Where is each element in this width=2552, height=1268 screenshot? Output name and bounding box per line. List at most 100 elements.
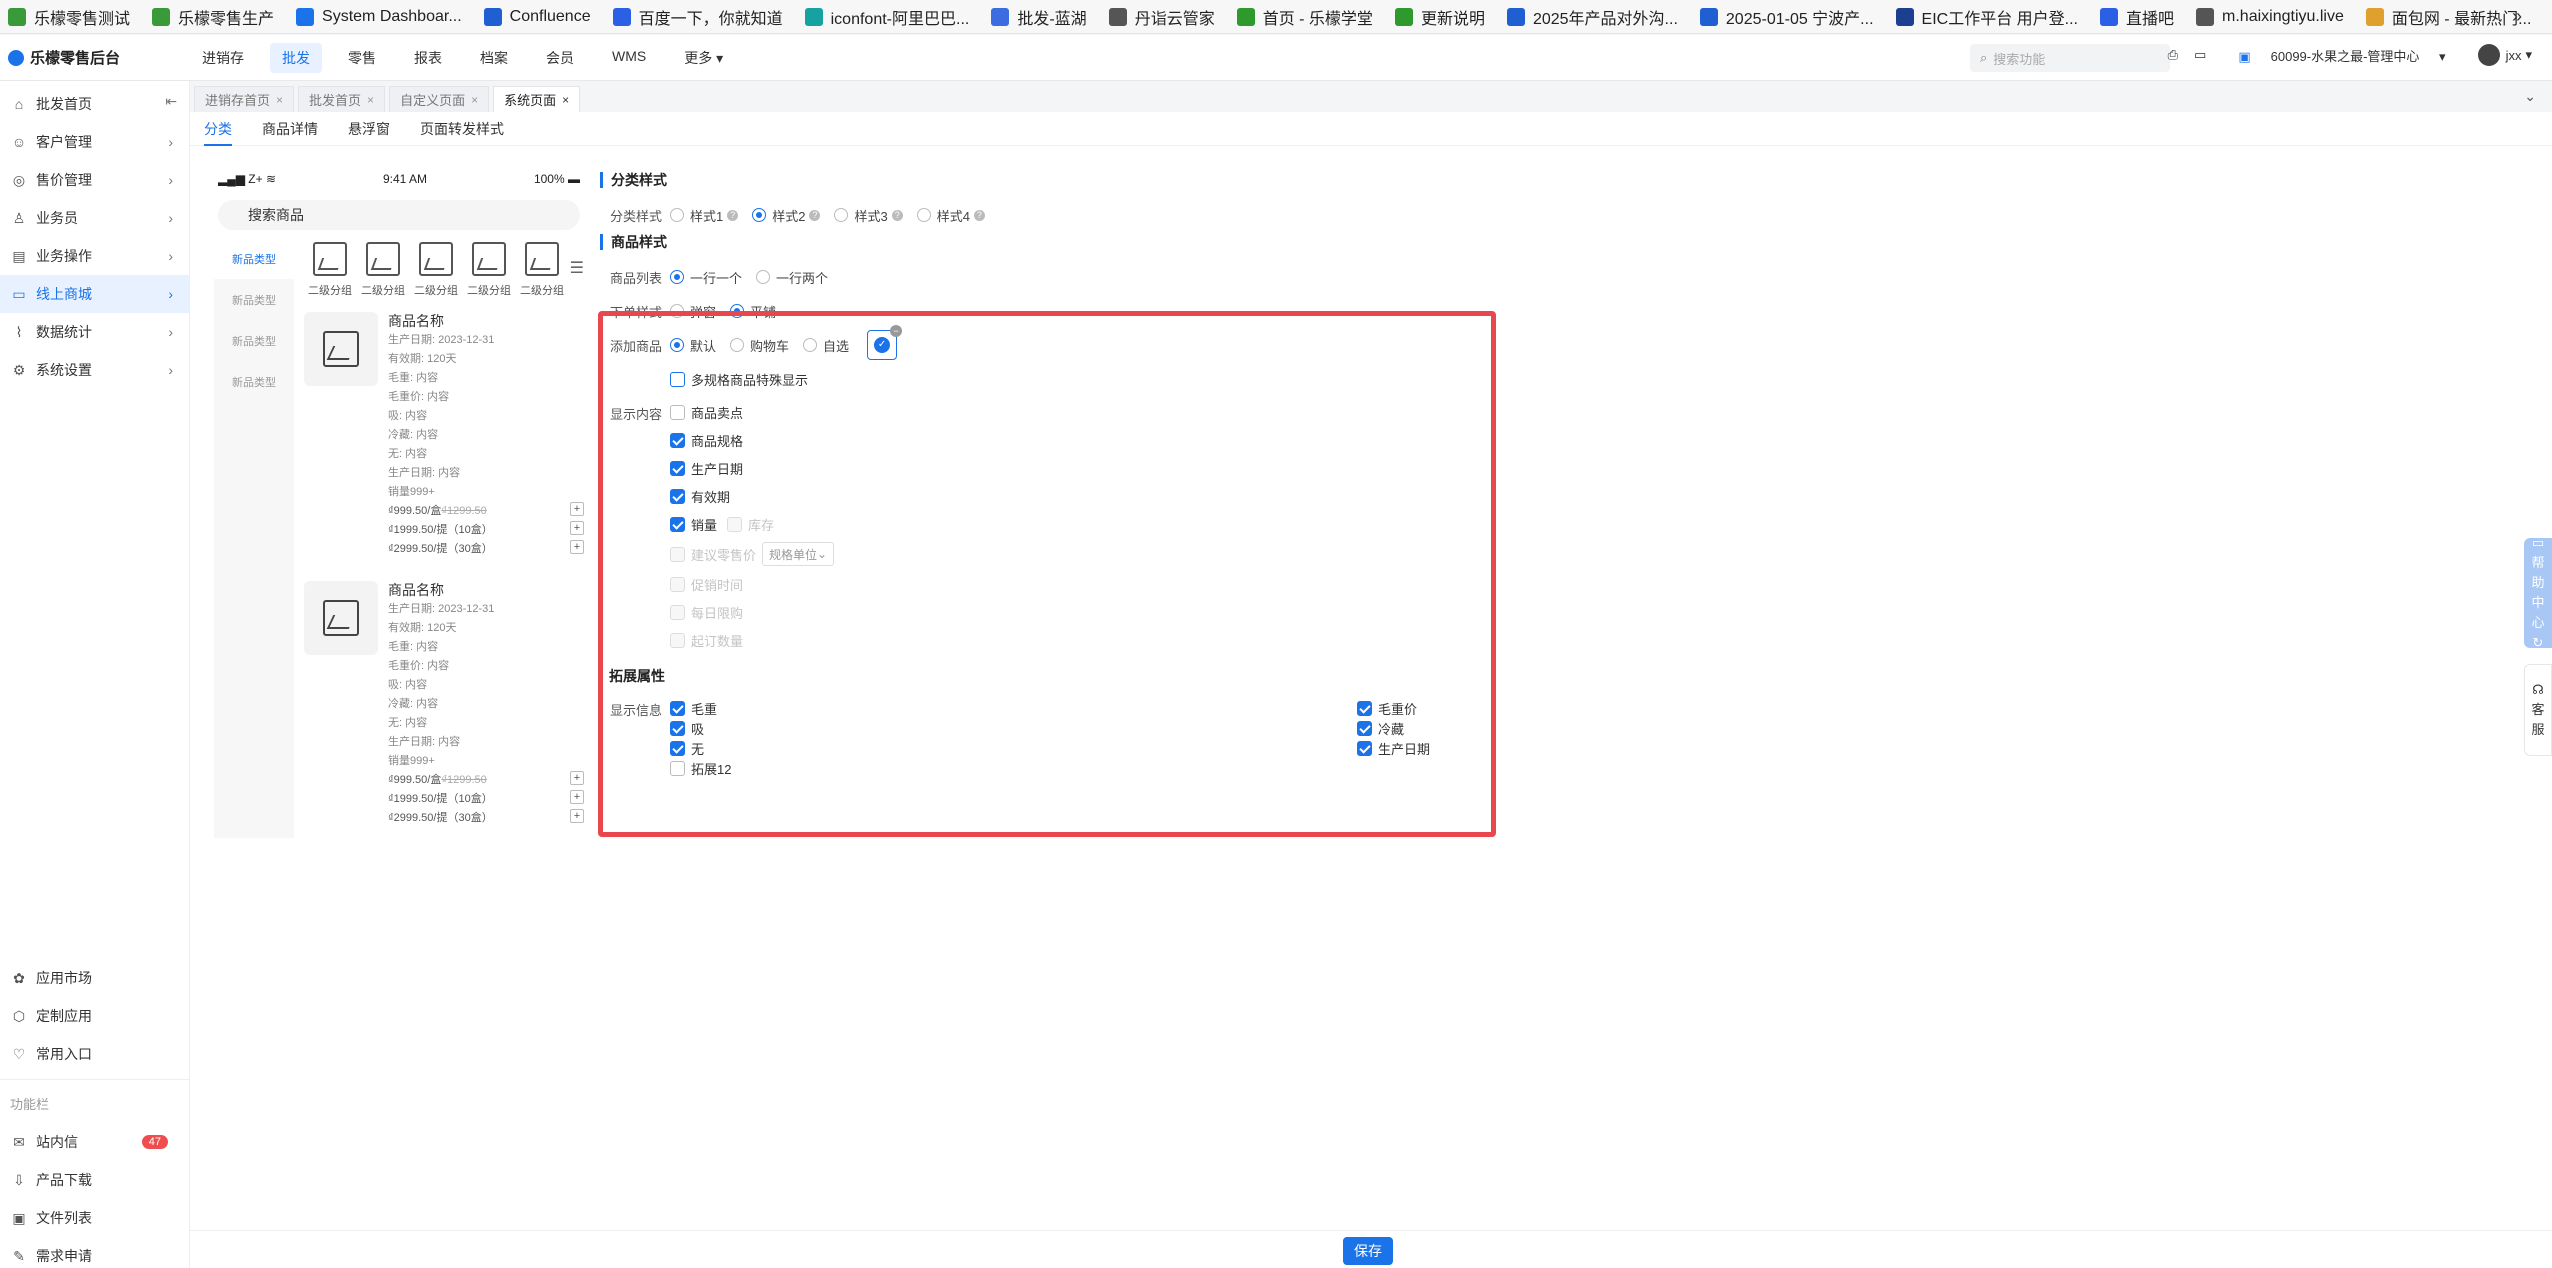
sub-tab[interactable]: 页面转发样式	[420, 112, 504, 146]
radio-option[interactable]: 样式2?	[752, 206, 821, 225]
sidebar-item[interactable]: ⌂ 批发首页	[0, 85, 189, 123]
page-tab[interactable]: 系统页面 ×	[493, 86, 581, 112]
sidebar-item[interactable]: ▭ 线上商城 ›	[0, 275, 189, 313]
sidebar-item[interactable]: ⚙ 系统设置 ›	[0, 351, 189, 389]
sidebar-item[interactable]: ▤ 业务操作 ›	[0, 237, 189, 275]
radio-option[interactable]: 弹窗	[670, 302, 716, 321]
radio-option[interactable]: 样式4?	[916, 206, 985, 225]
radio-option[interactable]: 一行两个	[756, 268, 828, 287]
chevron-down-icon[interactable]: ⌄	[2524, 88, 2536, 105]
bookmark-item[interactable]: 更新说明	[1394, 5, 1485, 29]
sidebar-item[interactable]: ⌇ 数据统计 ›	[0, 313, 189, 351]
sidebar-bottom-item[interactable]: ⬡ 定制应用	[0, 997, 190, 1035]
display-checkbox[interactable]: 有效期	[670, 482, 834, 510]
sub-tab[interactable]: 悬浮窗	[348, 112, 390, 146]
product-attr: 生产日期: 2023-12-31	[388, 334, 495, 346]
display-checkbox[interactable]: 生产日期	[670, 454, 834, 482]
product-info: 商品名称 生产日期: 2023-12-31 有效期: 120天 毛重: 内容 毛重价: …	[388, 312, 584, 559]
sidebar-tool-item[interactable]: ⇩ 产品下载	[0, 1161, 190, 1199]
sidebar-item[interactable]: ◎ 售价管理 ›	[0, 161, 189, 199]
top-nav-item[interactable]: 批发	[270, 42, 322, 73]
bookmark-label: 直播吧	[2126, 10, 2175, 28]
top-nav-item[interactable]: 更多 ▾	[672, 43, 735, 73]
sidebar-tool-item[interactable]: ✎ 需求申请	[0, 1237, 190, 1268]
bookmark-item[interactable]: 2025-01-05 宁波产...	[1699, 5, 1874, 29]
function-search-input[interactable]: ⌕ 搜索功能	[1970, 44, 2170, 72]
bookmark-item[interactable]: 面包网 - 最新热门...	[2365, 5, 2531, 29]
bookmark-item[interactable]: 乐檬零售生产	[152, 5, 274, 29]
radio-circle	[916, 208, 931, 222]
ext-attr-checkbox[interactable]: 冷藏	[1356, 718, 1430, 738]
top-nav-item[interactable]: 进销存	[190, 43, 256, 73]
bookmark-item[interactable]: 直播吧	[2100, 5, 2174, 29]
radio-option[interactable]: 一行一个	[670, 268, 742, 287]
page-tab[interactable]: 批发首页 ×	[298, 86, 386, 112]
radio-option[interactable]: 默认	[670, 336, 716, 355]
bookmark-item[interactable]: System Dashboar...	[296, 7, 462, 26]
radio-option[interactable]: 自选	[803, 336, 849, 355]
sidebar-bottom-item[interactable]: ✿ 应用市场	[0, 959, 190, 997]
user-menu[interactable]: jxx ▾	[2462, 44, 2532, 66]
sub-tab[interactable]: 分类	[204, 112, 232, 146]
bookmark-item[interactable]: 2025年产品对外沟...	[1506, 5, 1678, 29]
bookmark-item[interactable]: 批发-蓝湖	[991, 5, 1087, 29]
top-nav-item[interactable]: 零售	[336, 43, 388, 73]
sales-checkbox[interactable]: 销量	[670, 510, 717, 538]
page-tab[interactable]: 自定义页面 ×	[389, 86, 490, 112]
close-icon[interactable]: ×	[562, 93, 569, 107]
sidebar-item[interactable]: ♙ 业务员 ›	[0, 199, 189, 237]
printer-icon[interactable]: ⎙	[2168, 47, 2178, 63]
radio-option[interactable]: 购物车	[730, 336, 789, 355]
sidebar-bottom-item[interactable]: ♡ 常用入口	[0, 1035, 190, 1073]
image-placeholder-icon	[323, 600, 359, 636]
product-attr: 毛重: 内容	[388, 641, 439, 653]
page-tab[interactable]: 进销存首页 ×	[194, 86, 295, 112]
close-icon[interactable]: ×	[367, 93, 374, 107]
collapse-sidebar-icon[interactable]: ⇤	[165, 93, 177, 110]
store-selector[interactable]: ▣ 60099-水果之最-管理中心 ▾	[2222, 46, 2445, 65]
bookmark-item[interactable]: 乐檬零售测试	[8, 5, 130, 29]
checkbox-label: 生产日期	[691, 461, 744, 477]
top-nav-item[interactable]: 报表	[402, 43, 454, 73]
customer-service-tab[interactable]: ☊ 客服	[2524, 664, 2552, 756]
top-nav-item[interactable]: 档案	[468, 43, 520, 73]
radio-option[interactable]: 样式3?	[834, 206, 903, 225]
bookmark-item[interactable]: EIC工作平台 用户登...	[1895, 5, 2078, 29]
display-checkbox[interactable]: 商品规格	[670, 426, 834, 454]
bookmark-item[interactable]: iconfont-阿里巴巴...	[804, 5, 969, 29]
ext-attr-checkbox[interactable]: 拓展12	[670, 758, 731, 778]
bookmark-item[interactable]: Confluence	[483, 7, 591, 26]
bookmark-icon	[152, 7, 171, 26]
add-button-style-preview[interactable]: ✓ −	[867, 325, 903, 360]
image-placeholder-icon	[472, 242, 506, 276]
app-logo[interactable]: 乐檬零售后台	[0, 47, 190, 68]
ext-attr-checkbox[interactable]: 无	[670, 738, 731, 758]
ext-attr-checkbox[interactable]: 吸	[670, 718, 731, 738]
bookmark-item[interactable]: 丹诣云管家	[1108, 5, 1215, 29]
bookmark-item[interactable]: m.haixingtiyu.live	[2196, 7, 2344, 26]
sub-tab[interactable]: 商品详情	[262, 112, 318, 146]
sidebar-item[interactable]: ☺ 客户管理 ›	[0, 123, 189, 161]
radio-option[interactable]: 平铺	[730, 302, 776, 321]
bookmark-item[interactable]: 首页 - 乐檬学堂	[1236, 5, 1373, 29]
close-icon[interactable]: ×	[471, 93, 478, 107]
help-center-tab[interactable]: ▭ 帮助中心 ↻	[2524, 535, 2552, 650]
display-checkbox[interactable]: 商品卖点	[670, 398, 834, 426]
ext-attr-checkbox[interactable]: 生产日期	[1356, 738, 1430, 758]
save-button[interactable]: 保存	[1343, 1237, 1393, 1265]
radio-option[interactable]: 样式1?	[670, 206, 739, 225]
service-tab-char: 服	[2531, 722, 2545, 737]
ext-attr-checkbox[interactable]: 毛重价	[1356, 698, 1430, 718]
top-nav-item[interactable]: 会员	[534, 43, 586, 73]
sub-category-row: 二级分组 二级分组 二级分组 二级分组 二级分组	[304, 238, 584, 298]
sidebar-tool-item[interactable]: ✉ 站内信 47	[0, 1123, 190, 1161]
message-icon[interactable]: ▭	[2194, 47, 2206, 63]
top-nav-item[interactable]: WMS	[600, 43, 658, 73]
bookmarks-more-icon[interactable]: »	[2512, 6, 2522, 27]
sidebar-tool-item[interactable]: ▣ 文件列表	[0, 1199, 190, 1237]
ext-attr-checkbox[interactable]: 毛重	[670, 698, 731, 718]
remove-icon[interactable]: −	[890, 325, 903, 337]
bookmark-item[interactable]: 百度一下，你就知道	[612, 5, 783, 29]
close-icon[interactable]: ×	[276, 93, 283, 107]
multi-spec-checkbox[interactable]: 多规格商品特殊显示	[670, 370, 808, 389]
